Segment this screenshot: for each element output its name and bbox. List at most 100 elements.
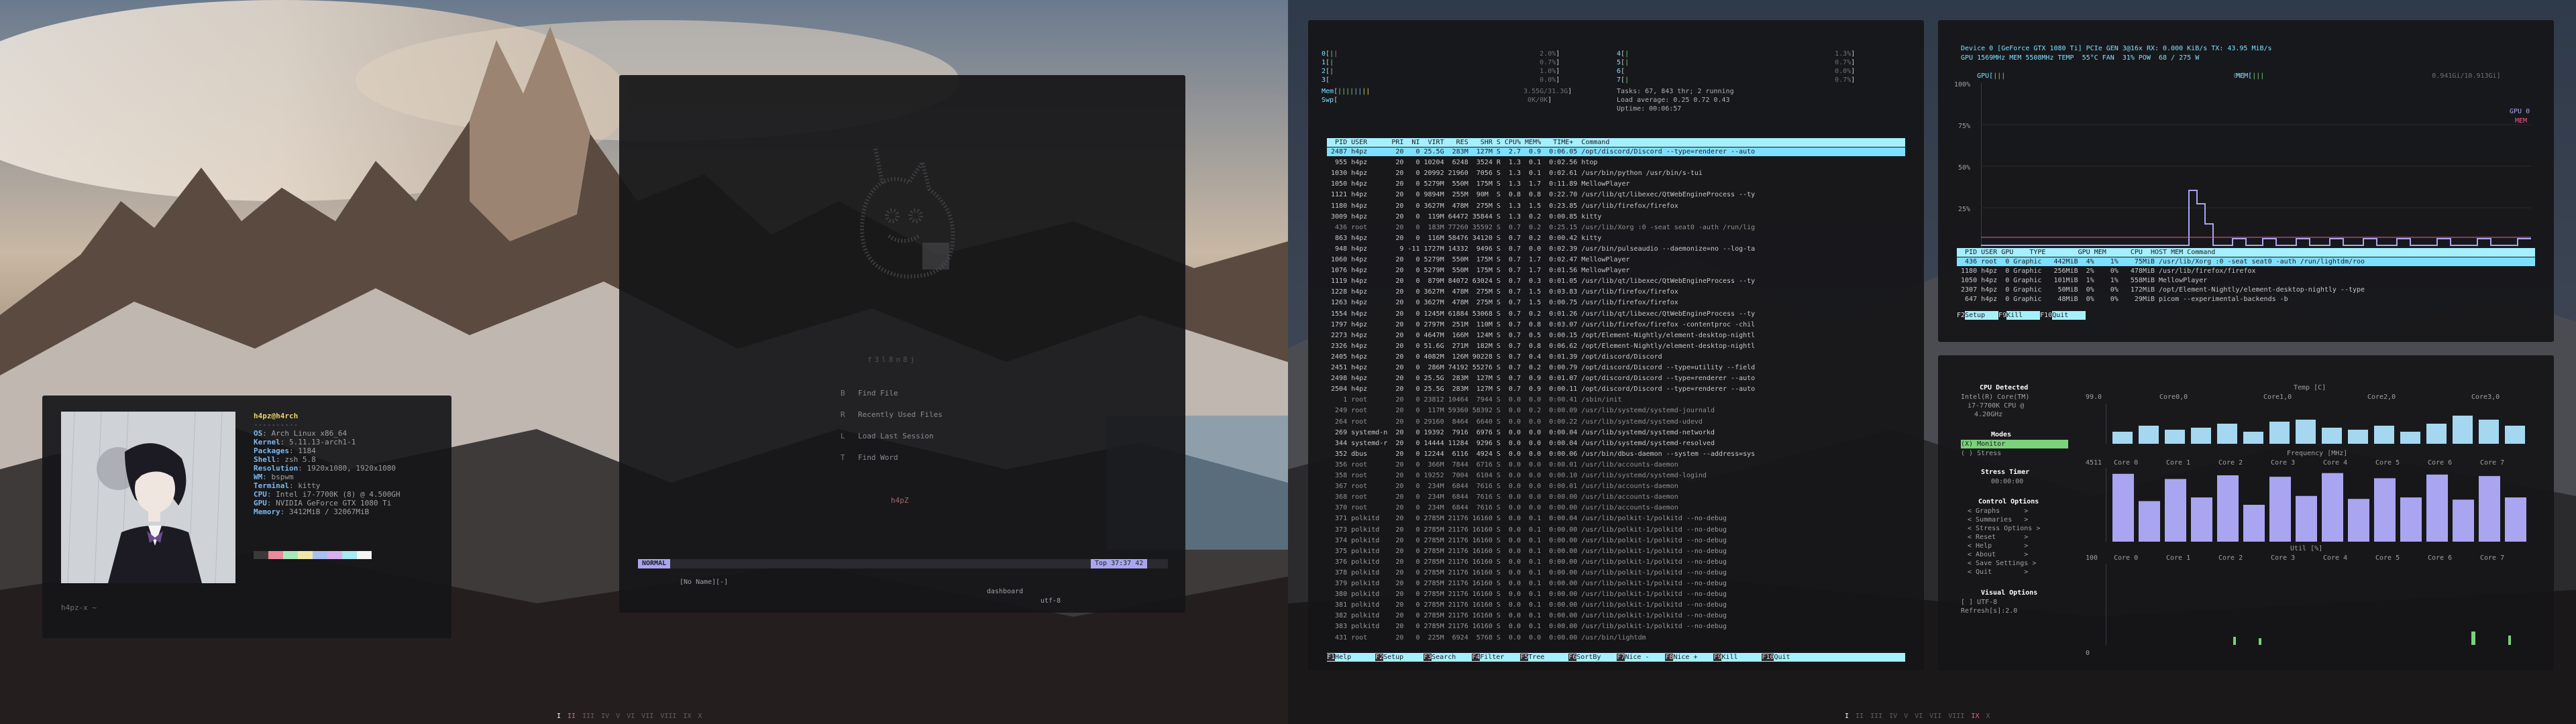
fkey-label[interactable]: Setup bbox=[1965, 311, 1999, 320]
fkey-number[interactable]: F3 bbox=[1424, 654, 1432, 661]
workspace-4[interactable]: IV bbox=[1889, 713, 1897, 720]
fkey-label[interactable]: Help bbox=[1335, 653, 1376, 662]
fkey-label[interactable]: Quit bbox=[1774, 653, 1815, 662]
process-row[interactable]: 948 h4pz 9 -11 1727M 14332 9496 S 0.7 0.… bbox=[1327, 245, 1905, 253]
gpu-process-row[interactable]: 647 h4pz 0 Graphic 48MiB 0% 0% 29MiB pic… bbox=[1957, 295, 2535, 304]
workspace-1[interactable]: I bbox=[1845, 713, 1849, 720]
fkey-number[interactable]: F8 bbox=[1665, 654, 1674, 661]
process-table-header[interactable]: PID USER PRI NI VIRT RES SHR S CPU% MEM%… bbox=[1327, 138, 1905, 147]
process-row[interactable]: 1076 h4pz 20 0 5279M 550M 175M S 0.7 1.7… bbox=[1327, 266, 1905, 275]
process-row[interactable]: 1060 h4pz 20 0 5279M 550M 175M S 0.7 1.7… bbox=[1327, 255, 1905, 264]
process-row[interactable]: 380 polkitd 20 0 2785M 21176 16160 S 0.0… bbox=[1327, 590, 1905, 599]
workspace-2[interactable]: II bbox=[1856, 713, 1864, 720]
control-save-settings[interactable]: < Save Settings > bbox=[1968, 559, 2036, 568]
fkey-label[interactable]: Nice + bbox=[1673, 653, 1714, 662]
process-row[interactable]: 863 h4pz 20 0 116M 58476 34120 S 0.7 0.2… bbox=[1327, 234, 1905, 243]
process-row[interactable]: 955 h4pz 20 0 10204 6248 3524 R 1.3 0.1 … bbox=[1327, 158, 1905, 167]
process-row[interactable]: 344 systemd-r 20 0 14444 11284 9296 S 0.… bbox=[1327, 439, 1905, 448]
workspace-4[interactable]: IV bbox=[601, 713, 609, 720]
process-row[interactable]: 3009 h4pz 20 0 119M 64472 35844 S 1.3 0.… bbox=[1327, 213, 1905, 221]
workspace-10[interactable]: X bbox=[698, 713, 702, 720]
process-row[interactable]: 431 root 20 0 225M 6924 5768 S 0.0 0.0 0… bbox=[1327, 634, 1905, 642]
control-help[interactable]: < Help > bbox=[1968, 542, 2028, 550]
fkey-number[interactable]: F9 bbox=[1713, 654, 1722, 661]
fkey-number[interactable]: F10 bbox=[1762, 654, 1774, 661]
process-row[interactable]: 356 root 20 0 366M 7844 6716 S 0.0 0.0 0… bbox=[1327, 461, 1905, 469]
process-row[interactable]: 2326 h4pz 20 0 51.6G 271M 182M S 0.7 0.8… bbox=[1327, 342, 1905, 351]
gpu-process-row-selected[interactable]: 436 root 0 Graphic 442MiB 4% 1% 75MiB /u… bbox=[1957, 257, 2535, 266]
control-graphs[interactable]: < Graphs > bbox=[1968, 507, 2028, 516]
fkey-number[interactable]: F4 bbox=[1472, 654, 1481, 661]
process-row[interactable]: 1 root 20 0 23812 10464 7944 S 0.0 0.0 0… bbox=[1327, 396, 1905, 404]
nvtop-window[interactable]: Device 0 [GeForce GTX 1080 Ti] PCIe GEN … bbox=[1938, 20, 2554, 342]
fkey-number[interactable]: F9 bbox=[1998, 312, 2006, 319]
process-row[interactable]: 376 polkitd 20 0 2785M 21176 16160 S 0.0… bbox=[1327, 558, 1905, 566]
process-row[interactable]: 2498 h4pz 20 0 25.5G 283M 127M S 0.7 0.9… bbox=[1327, 374, 1905, 383]
workspace-3[interactable]: III bbox=[582, 713, 594, 720]
process-row[interactable]: 358 root 20 0 19252 7004 6104 S 0.0 0.0 … bbox=[1327, 471, 1905, 480]
fkey-label[interactable]: Search bbox=[1432, 653, 1472, 662]
process-row[interactable]: 1228 h4pz 20 0 3627M 478M 275M S 0.7 1.5… bbox=[1327, 288, 1905, 296]
process-row[interactable]: 383 polkitd 20 0 2785M 21176 16160 S 0.0… bbox=[1327, 622, 1905, 631]
fkey-number[interactable]: F10 bbox=[2040, 312, 2052, 319]
process-row[interactable]: 382 polkitd 20 0 2785M 21176 16160 S 0.0… bbox=[1327, 611, 1905, 620]
process-row[interactable]: 374 polkitd 20 0 2785M 21176 16160 S 0.0… bbox=[1327, 536, 1905, 545]
fkey-label[interactable]: Kill bbox=[1721, 653, 1762, 662]
workspace-9[interactable]: IX bbox=[683, 713, 691, 720]
process-row[interactable]: 2273 h4pz 20 0 4647M 166M 124M S 0.7 0.5… bbox=[1327, 331, 1905, 340]
gpu-process-header[interactable]: PID USER GPU TYPE GPU MEM CPU HOST MEM C… bbox=[1957, 248, 2535, 257]
process-row[interactable]: 264 root 20 0 29160 8464 6640 S 0.0 0.0 … bbox=[1327, 418, 1905, 426]
fkey-label[interactable]: Kill bbox=[2006, 311, 2041, 320]
process-row[interactable]: 381 polkitd 20 0 2785M 21176 16160 S 0.0… bbox=[1327, 601, 1905, 609]
workspace-7[interactable]: VII bbox=[1929, 713, 1941, 720]
fkey-label[interactable]: Tree bbox=[1528, 653, 1569, 662]
workspace-6[interactable]: VI bbox=[1915, 713, 1923, 720]
gpu-process-row[interactable]: 2307 h4pz 0 Graphic 50MiB 0% 0% 172MiB /… bbox=[1957, 286, 2535, 294]
control-stress-options[interactable]: < Stress Options > bbox=[1968, 524, 2040, 533]
process-row[interactable]: 373 polkitd 20 0 2785M 21176 16160 S 0.0… bbox=[1327, 526, 1905, 534]
process-row[interactable]: 1180 h4pz 20 0 3627M 478M 275M S 1.3 1.5… bbox=[1327, 202, 1905, 210]
s-tui-window[interactable]: CPU Detected Intel(R) Core(TM) i7-7700K … bbox=[1938, 355, 2554, 670]
process-row[interactable]: 1030 h4pz 20 0 20992 21960 7056 S 1.3 0.… bbox=[1327, 169, 1905, 178]
workspace-9[interactable]: IX bbox=[1971, 713, 1979, 720]
workspace-8[interactable]: VIII bbox=[660, 713, 676, 720]
control-summaries[interactable]: < Summaries > bbox=[1968, 516, 2028, 524]
process-row[interactable]: 379 polkitd 20 0 2785M 21176 16160 S 0.0… bbox=[1327, 579, 1905, 588]
process-row[interactable]: 2504 h4pz 20 0 25.5G 283M 127M S 0.7 0.9… bbox=[1327, 385, 1905, 394]
fkey-label[interactable]: Filter bbox=[1480, 653, 1521, 662]
process-row[interactable]: 436 root 20 0 183M 77260 35592 S 0.7 0.2… bbox=[1327, 223, 1905, 232]
process-row[interactable]: 2451 h4pz 20 0 286M 74192 55276 S 0.7 0.… bbox=[1327, 363, 1905, 372]
fkey-number[interactable]: F2 bbox=[1375, 654, 1384, 661]
neovim-window[interactable]: f3l8n8j B Find File R Recently Used File… bbox=[619, 75, 1185, 613]
workspace-5[interactable]: V bbox=[1904, 713, 1908, 720]
workspace-5[interactable]: V bbox=[616, 713, 620, 720]
gpu-process-row[interactable]: 1180 h4pz 0 Graphic 256MiB 2% 0% 478MiB … bbox=[1957, 267, 2535, 276]
process-row[interactable]: 1121 h4pz 20 0 9894M 255M 90M S 0.8 0.8 … bbox=[1327, 190, 1905, 199]
control-quit[interactable]: < Quit > bbox=[1968, 568, 2028, 577]
workspace-2[interactable]: II bbox=[568, 713, 576, 720]
control-reset[interactable]: < Reset > bbox=[1968, 533, 2028, 542]
fkey-number[interactable]: F2 bbox=[1957, 312, 1965, 319]
fkey-number[interactable]: F1 bbox=[1327, 654, 1336, 661]
workspace-3[interactable]: III bbox=[1870, 713, 1882, 720]
refresh-rate[interactable]: Refresh[s]:2.0 bbox=[1961, 607, 2017, 615]
fkey-label[interactable]: Quit bbox=[2052, 311, 2086, 320]
fkey-label[interactable]: SortBy bbox=[1576, 653, 1617, 662]
workspace-8[interactable]: VIII bbox=[1948, 713, 1964, 720]
fkey-number[interactable]: F6 bbox=[1568, 654, 1577, 661]
fkey-number[interactable]: F7 bbox=[1617, 654, 1625, 661]
process-row[interactable]: 269 systemd-n 20 0 19392 7916 6976 S 0.0… bbox=[1327, 428, 1905, 437]
htop-window[interactable]: 0[|| 2.0%] 1[| 0.7%] 2[| 1.0%] 3[0.0%] … bbox=[1308, 20, 1924, 670]
control-about[interactable]: < About > bbox=[1968, 550, 2028, 559]
gpu-process-row[interactable]: 1050 h4pz 0 Graphic 101MiB 1% 1% 558MiB … bbox=[1957, 276, 2535, 285]
process-row-selected[interactable]: 2487 h4pz 20 0 25.5G 283M 127M S 2.7 0.9… bbox=[1327, 147, 1905, 156]
process-row[interactable]: 1797 h4pz 20 0 2797M 251M 110M S 0.7 0.8… bbox=[1327, 320, 1905, 329]
process-row[interactable]: 367 root 20 0 234M 6844 7616 S 0.0 0.0 0… bbox=[1327, 482, 1905, 491]
process-row[interactable]: 370 root 20 0 234M 6844 7616 S 0.0 0.0 0… bbox=[1327, 503, 1905, 512]
workspace-7[interactable]: VII bbox=[641, 713, 653, 720]
fkey-number[interactable]: F5 bbox=[1520, 654, 1529, 661]
process-row[interactable]: 368 root 20 0 234M 6844 7616 S 0.0 0.0 0… bbox=[1327, 493, 1905, 501]
process-row[interactable]: 1119 h4pz 20 0 879M 84072 63024 S 0.7 0.… bbox=[1327, 277, 1905, 286]
workspace-10[interactable]: X bbox=[1986, 713, 1990, 720]
fkey-label[interactable]: Setup bbox=[1383, 653, 1424, 662]
